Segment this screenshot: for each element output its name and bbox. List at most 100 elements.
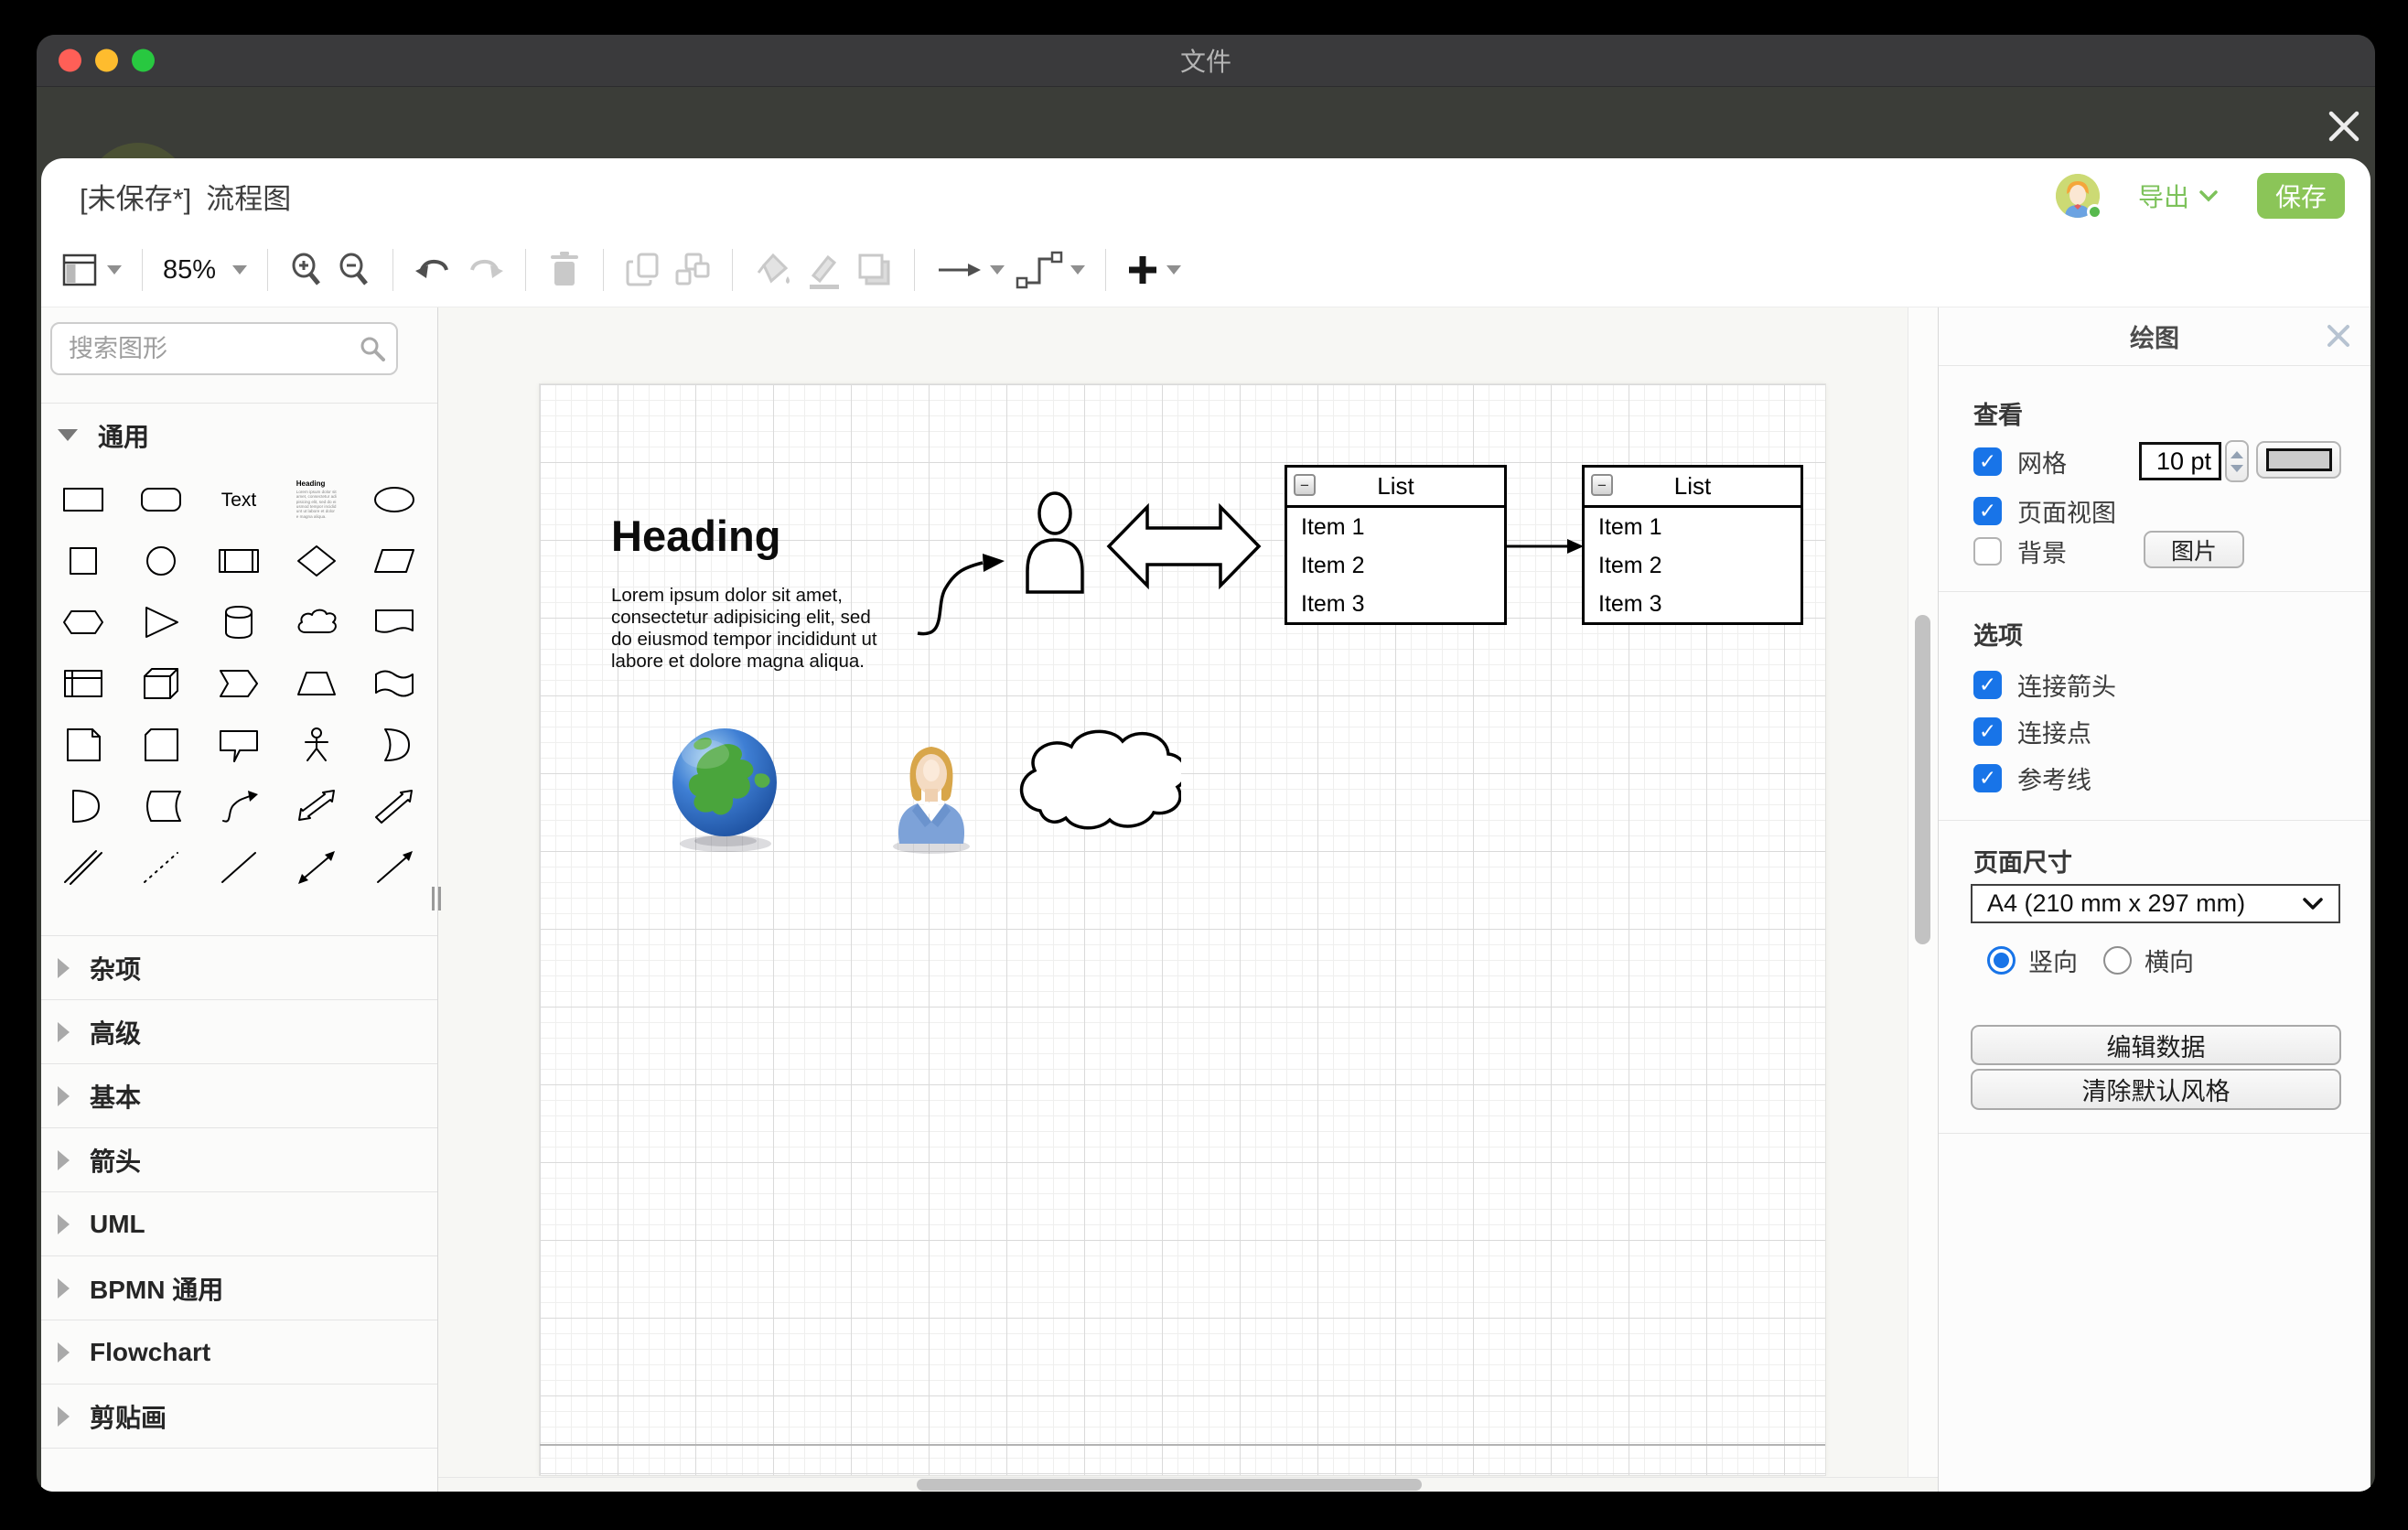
grid-size-input[interactable]: [2139, 442, 2221, 480]
shape-dotted-line[interactable]: [123, 837, 200, 899]
canvas-list-2[interactable]: − List Item 1 Item 2 Item 3: [1582, 465, 1803, 625]
insert-button[interactable]: [1121, 244, 1187, 296]
export-button[interactable]: 导出: [2138, 178, 2219, 214]
shape-data-storage[interactable]: [123, 776, 200, 837]
sidebar-section-clipart[interactable]: 剪贴画: [41, 1384, 437, 1448]
shape-line[interactable]: [200, 837, 278, 899]
canvas-paragraph-text[interactable]: Lorem ipsum dolor sit amet, consectetur …: [611, 585, 893, 673]
shape-note[interactable]: [45, 715, 123, 776]
shape-directional-connector[interactable]: [355, 837, 433, 899]
shape-search-input[interactable]: [50, 322, 398, 375]
portrait-radio[interactable]: [1987, 946, 2016, 975]
list-item[interactable]: Item 3: [1287, 585, 1504, 623]
shape-link[interactable]: [45, 837, 123, 899]
sidebar-section-bpmn[interactable]: BPMN 通用: [41, 1255, 437, 1320]
shape-rounded-rectangle[interactable]: [123, 469, 200, 530]
sidebar-section-basic[interactable]: 基本: [41, 1063, 437, 1127]
save-button[interactable]: 保存: [2257, 173, 2345, 219]
list-item[interactable]: Item 3: [1585, 585, 1801, 623]
shape-textbox[interactable]: Heading Lorem ipsum dolor sit amet, cons…: [277, 469, 355, 530]
clear-default-style-button[interactable]: 清除默认风格: [1971, 1069, 2341, 1110]
close-traffic-icon[interactable]: [59, 49, 81, 72]
minimize-traffic-icon[interactable]: [95, 49, 118, 72]
shape-diamond[interactable]: [277, 530, 355, 591]
shape-step[interactable]: [200, 652, 278, 714]
canvas-woman-clipart[interactable]: [887, 732, 976, 855]
connection-arrows-checkbox[interactable]: ✓: [1973, 671, 2002, 699]
guides-checkbox[interactable]: ✓: [1973, 764, 2002, 792]
diagram-canvas[interactable]: Heading Lorem ipsum dolor sit amet, cons…: [438, 307, 1938, 1492]
shape-cylinder[interactable]: [200, 591, 278, 652]
user-avatar[interactable]: [2056, 174, 2100, 218]
shape-rectangle[interactable]: [45, 469, 123, 530]
grid-checkbox[interactable]: ✓: [1973, 447, 2002, 476]
sidebar-section-advanced[interactable]: 高级: [41, 999, 437, 1063]
horizontal-scrollbar-thumb[interactable]: [917, 1479, 1422, 1491]
shape-actor[interactable]: [277, 715, 355, 776]
canvas-curved-arrow[interactable]: [913, 544, 1017, 641]
shape-bidirectional-arrow[interactable]: [277, 776, 355, 837]
canvas-double-arrow-shape[interactable]: [1105, 490, 1263, 602]
stepper-up-icon[interactable]: [2231, 451, 2243, 458]
shape-card[interactable]: [123, 715, 200, 776]
shape-arrow[interactable]: [355, 776, 433, 837]
shape-bidirectional-connector[interactable]: [277, 837, 355, 899]
shape-and[interactable]: [45, 776, 123, 837]
background-image-button[interactable]: 图片: [2144, 531, 2244, 568]
shape-circle[interactable]: [123, 530, 200, 591]
line-color-button[interactable]: [799, 244, 850, 296]
sidebar-section-arrows[interactable]: 箭头: [41, 1127, 437, 1191]
edit-data-button[interactable]: 编辑数据: [1971, 1025, 2341, 1065]
close-icon[interactable]: [2324, 106, 2364, 146]
maximize-traffic-icon[interactable]: [132, 49, 155, 72]
sidebar-section-uml[interactable]: UML: [41, 1191, 437, 1255]
shape-text[interactable]: Text: [200, 469, 278, 530]
fill-color-button[interactable]: [747, 244, 799, 296]
page-view-checkbox[interactable]: ✓: [1973, 497, 2002, 525]
shape-internal-storage[interactable]: [45, 652, 123, 714]
to-back-button[interactable]: [668, 244, 717, 296]
stepper-down-icon[interactable]: [2231, 465, 2243, 472]
sidebar-section-general[interactable]: 通用: [41, 403, 437, 467]
shape-parallelogram[interactable]: [355, 530, 433, 591]
page-size-select[interactable]: A4 (210 mm x 297 mm): [1971, 884, 2340, 923]
shape-cloud[interactable]: [277, 591, 355, 652]
page-layout-button[interactable]: [56, 244, 127, 296]
zoom-level-dropdown[interactable]: 85%: [157, 244, 253, 296]
landscape-radio[interactable]: [2103, 946, 2132, 975]
canvas-connector-arrow[interactable]: [1505, 534, 1584, 558]
sidebar-section-misc[interactable]: 杂项: [41, 935, 437, 999]
canvas-heading-text[interactable]: Heading: [611, 511, 780, 561]
shape-callout[interactable]: [200, 715, 278, 776]
waypoint-style-button[interactable]: [1010, 244, 1091, 296]
shape-curve[interactable]: [200, 776, 278, 837]
vertical-scrollbar-thumb[interactable]: [1915, 615, 1930, 944]
zoom-out-button[interactable]: [330, 244, 378, 296]
redo-button[interactable]: [459, 244, 511, 296]
connection-style-button[interactable]: [930, 244, 1010, 296]
panel-close-icon[interactable]: [2327, 324, 2350, 354]
delete-button[interactable]: [541, 244, 588, 296]
to-front-button[interactable]: [618, 244, 668, 296]
shape-hexagon[interactable]: [45, 591, 123, 652]
collapse-icon[interactable]: −: [1591, 474, 1613, 496]
shape-square[interactable]: [45, 530, 123, 591]
canvas-actor-shape[interactable]: [1021, 490, 1089, 594]
shadow-button[interactable]: [850, 244, 899, 296]
shape-process[interactable]: [200, 530, 278, 591]
titlebar[interactable]: 文件: [37, 35, 2375, 87]
list-item[interactable]: Item 2: [1585, 546, 1801, 585]
shape-trapezoid[interactable]: [277, 652, 355, 714]
grid-size-stepper[interactable]: [2225, 440, 2249, 482]
shape-triangle[interactable]: [123, 591, 200, 652]
canvas-list-1[interactable]: − List Item 1 Item 2 Item 3: [1285, 465, 1507, 625]
undo-button[interactable]: [408, 244, 459, 296]
sidebar-resize-handle[interactable]: [429, 878, 444, 919]
grid-color-button[interactable]: [2256, 441, 2341, 479]
collapse-icon[interactable]: −: [1294, 474, 1316, 496]
list-item[interactable]: Item 1: [1287, 508, 1504, 546]
shape-or[interactable]: [355, 715, 433, 776]
background-checkbox[interactable]: [1973, 537, 2002, 566]
shape-document[interactable]: [355, 591, 433, 652]
canvas-cloud-shape[interactable]: [1005, 719, 1181, 838]
